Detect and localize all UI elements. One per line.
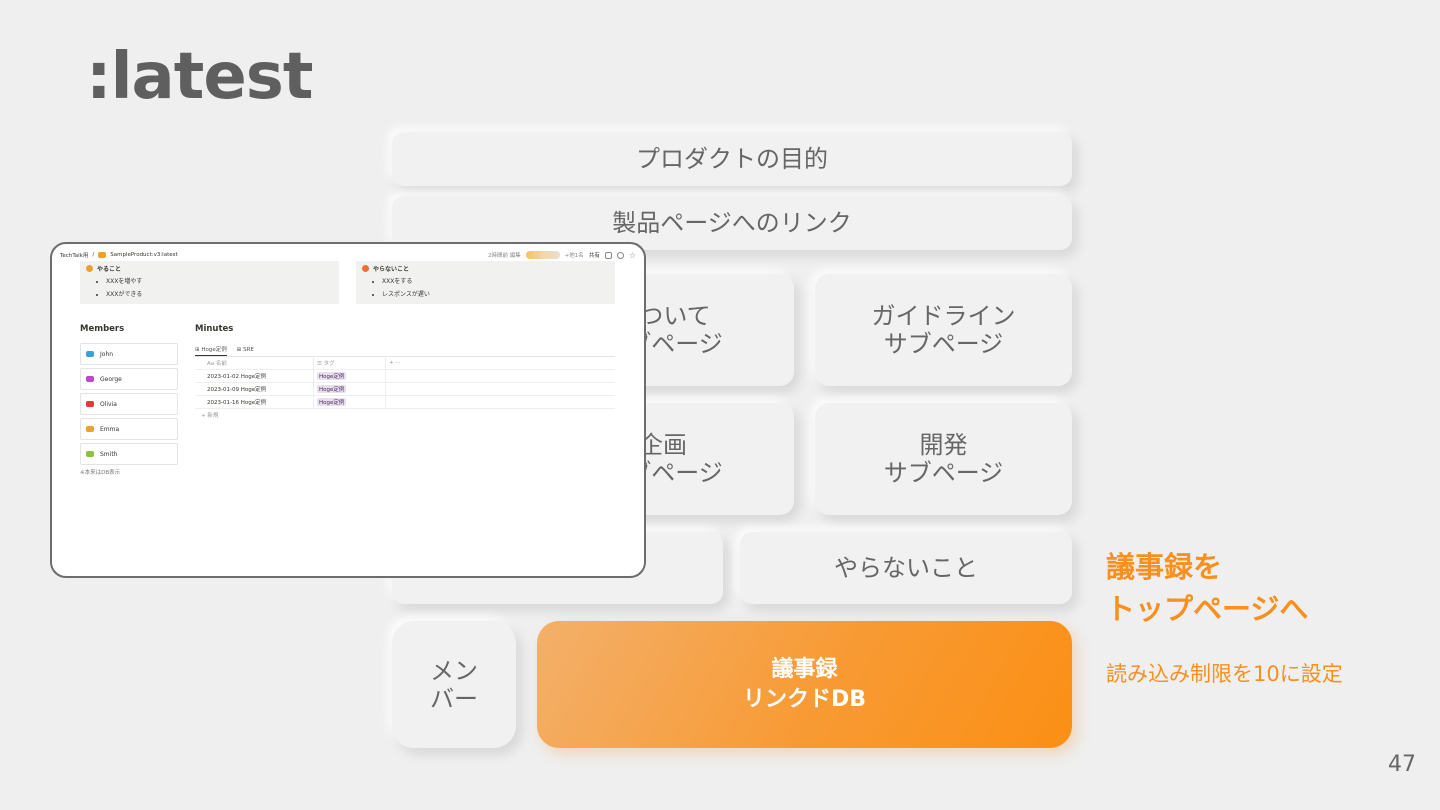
notion-topbar: TechTalk用 / SampleProduct:v3:latest 2時間前… <box>60 249 636 261</box>
breadcrumb-separator: / <box>92 252 95 258</box>
card-product-purpose[interactable]: プロダクトの目的 <box>392 132 1072 186</box>
row-tag: Hoge定例 <box>317 385 347 393</box>
row-tag: Hoge定例 <box>317 372 347 380</box>
column-name[interactable]: Aa 名前 <box>195 359 313 367</box>
not-todo-title: やらないこと <box>373 266 410 273</box>
share-button[interactable]: 共有 <box>589 251 600 259</box>
check-icon <box>86 265 93 272</box>
row-tag: Hoge定例 <box>317 398 347 406</box>
card-not-todo[interactable]: やらないこと <box>740 532 1072 604</box>
todo-item: XXXができる <box>106 289 333 298</box>
edited-time: 2時間前 編集 <box>487 253 521 259</box>
slide-title: :latest <box>86 40 313 114</box>
tab-hoge[interactable]: ⊞ Hoge定例 <box>195 345 227 356</box>
member-card[interactable]: Smith <box>80 443 178 465</box>
member-card[interactable]: Olivia <box>80 393 178 415</box>
avatars <box>525 251 560 259</box>
cat-icon <box>86 426 94 432</box>
minutes-tabs: ⊞ Hoge定例 ⊞ SRE <box>195 344 615 357</box>
member-name: Emma <box>100 425 120 433</box>
member-name: John <box>100 350 114 358</box>
cross-icon <box>362 265 369 272</box>
members-note: ※本来はDB表示 <box>80 470 121 476</box>
member-name: Olivia <box>100 400 117 408</box>
tab-label: Hoge定例 <box>201 346 227 353</box>
row-name: 2023-01-16 Hoge定例 <box>207 400 267 406</box>
row-name: 2023-01-09 Hoge定例 <box>207 387 267 393</box>
new-row-button[interactable]: + 新規 <box>195 409 615 421</box>
breadcrumb-root[interactable]: TechTalk用 <box>60 251 88 259</box>
not-todo-item: XXXをする <box>382 276 609 285</box>
breadcrumb: TechTalk用 / SampleProduct:v3:latest <box>60 251 178 259</box>
column-tag[interactable]: ☰ タグ <box>313 357 385 369</box>
column-add[interactable]: + ··· <box>385 357 615 369</box>
minutes-table: Aa 名前 ☰ タグ + ··· 2023-01-02 Hoge定例 Hoge定… <box>195 357 615 421</box>
card-dev-subpage[interactable]: 開発 サブページ <box>815 403 1072 515</box>
tab-sre[interactable]: ⊞ SRE <box>237 347 254 353</box>
cat-icon <box>86 376 94 382</box>
comment-icon[interactable] <box>604 251 612 259</box>
side-note: 読み込み制限を10に設定 <box>1106 662 1343 686</box>
add-column-label: + ··· <box>389 360 401 366</box>
member-card[interactable]: George <box>80 368 178 390</box>
breadcrumb-page[interactable]: SampleProduct:v3:latest <box>110 252 177 258</box>
member-card[interactable]: John <box>80 343 178 365</box>
members-title: Members <box>80 324 125 334</box>
table-row[interactable]: 2023-01-16 Hoge定例 Hoge定例 <box>195 396 615 409</box>
table-row[interactable]: 2023-01-02 Hoge定例 Hoge定例 <box>195 370 615 383</box>
callout-todo: やること XXXを増やす XXXができる <box>80 261 339 304</box>
cat-icon <box>86 351 94 357</box>
page-number: 47 <box>1388 752 1416 777</box>
table-row[interactable]: 2023-01-09 Hoge定例 Hoge定例 <box>195 383 615 396</box>
others-count[interactable]: +他1名 <box>565 251 584 259</box>
callout-not-todo: やらないこと XXXをする レスポンスが遅い <box>356 261 615 304</box>
member-name: George <box>100 375 122 383</box>
todo-title: やること <box>97 266 122 273</box>
member-name: Smith <box>100 450 118 458</box>
table-header: Aa 名前 ☰ タグ + ··· <box>195 357 615 370</box>
notion-screenshot: TechTalk用 / SampleProduct:v3:latest 2時間前… <box>50 242 646 578</box>
card-minutes-linked-db[interactable]: 議事録 リンクドDB <box>537 621 1072 748</box>
page-icon <box>98 252 107 258</box>
cat-icon <box>86 401 94 407</box>
row-name: 2023-01-02 Hoge定例 <box>207 374 267 380</box>
cat-icon <box>86 451 94 457</box>
side-heading: 議事録を トップページへ <box>1106 550 1309 626</box>
card-members[interactable]: メン バー <box>392 621 516 748</box>
tab-label: SRE <box>243 347 254 353</box>
clock-icon[interactable] <box>616 251 624 259</box>
todo-item: XXXを増やす <box>106 276 333 285</box>
member-card[interactable]: Emma <box>80 418 178 440</box>
not-todo-item: レスポンスが遅い <box>382 289 609 298</box>
card-guideline-subpage[interactable]: ガイドライン サブページ <box>815 274 1072 386</box>
star-icon[interactable]: ☆ <box>629 251 636 260</box>
minutes-title: Minutes <box>195 324 234 334</box>
